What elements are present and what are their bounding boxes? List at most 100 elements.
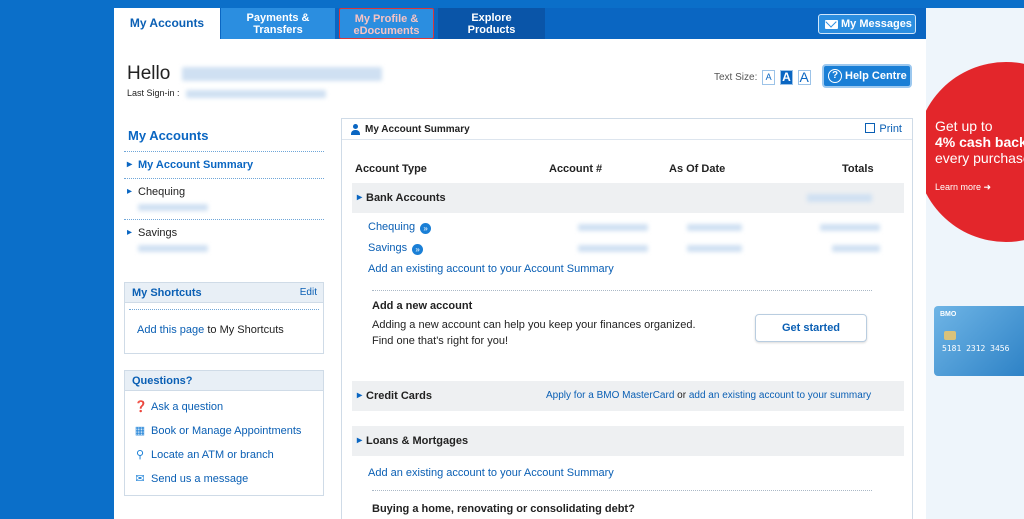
- ad-learn-more[interactable]: Learn more ➜: [935, 182, 991, 193]
- help-centre-button[interactable]: ? Help Centre: [822, 64, 912, 88]
- apply-mastercard-link[interactable]: Apply for a BMO MasterCard: [546, 390, 674, 401]
- loans-body: Add an existing account to your Account …: [352, 456, 904, 519]
- account-summary-panel: My Account Summary Print Account Type Ac…: [341, 118, 913, 519]
- date-redacted: [687, 245, 742, 252]
- text-size-large[interactable]: A: [797, 70, 811, 85]
- sidebar-item-chequing[interactable]: Chequing: [124, 178, 324, 219]
- panel-header: My Account Summary Print: [342, 119, 912, 140]
- ad-text: Get up to 4% cash back every purchase: [935, 118, 1024, 166]
- bank-accounts-header[interactable]: Bank Accounts: [352, 183, 904, 213]
- divider: [372, 290, 872, 291]
- bank-total-redacted: [807, 194, 872, 202]
- shortcut-add: Add this page to My Shortcuts: [129, 309, 319, 352]
- divider: [372, 490, 872, 491]
- credit-links: Apply for a BMO MasterCard or add an exi…: [546, 381, 871, 411]
- tab-my-profile[interactable]: My Profile & eDocuments: [339, 8, 434, 39]
- credit-or: or: [674, 390, 689, 401]
- column-as-of-date: As Of Date: [669, 163, 726, 175]
- last-signin-redacted: [186, 89, 327, 98]
- shortcuts-edit-link[interactable]: Edit: [300, 283, 317, 303]
- appointments-label: Book or Manage Appointments: [151, 425, 302, 437]
- card-chip-icon: [944, 331, 956, 340]
- main-window: My Accounts Payments & Transfers My Prof…: [114, 8, 926, 519]
- promo-ad[interactable]: Get up to 4% cash back every purchase Le…: [926, 8, 1024, 519]
- credit-card-image: BMO 5181 2312 3456: [934, 306, 1024, 376]
- add-existing-account-link[interactable]: Add an existing account to your Account …: [368, 263, 614, 275]
- text-size-medium[interactable]: A: [779, 70, 793, 85]
- send-message-link[interactable]: ✉ Send us a message: [125, 467, 323, 491]
- customer-name-redacted: [181, 66, 382, 81]
- chequing-account-link[interactable]: Chequing »: [368, 221, 432, 234]
- add-existing-loan-link[interactable]: Add an existing account to your Account …: [368, 467, 614, 479]
- savings-account-link[interactable]: Savings »: [368, 242, 424, 255]
- get-started-button[interactable]: Get started: [755, 314, 867, 342]
- shortcuts-box: My Shortcuts Edit Add this page to My Sh…: [124, 282, 324, 354]
- person-icon: [350, 124, 360, 135]
- questions-header: Questions?: [125, 371, 323, 391]
- panel-title: My Account Summary: [365, 124, 470, 135]
- add-new-account-description: Adding a new account can help you keep y…: [372, 319, 696, 347]
- tab-my-accounts[interactable]: My Accounts: [114, 8, 220, 39]
- locate-atm-label: Locate an ATM or branch: [151, 449, 274, 461]
- questions-box: Questions? ❓ Ask a question ▦ Book or Ma…: [124, 370, 324, 496]
- balance-redacted: [832, 245, 880, 252]
- print-link[interactable]: Print: [865, 119, 902, 140]
- print-label: Print: [879, 123, 902, 135]
- text-size-label: Text Size:: [714, 72, 758, 84]
- account-number-redacted: [578, 224, 648, 231]
- ask-question-label: Ask a question: [151, 401, 224, 413]
- add-credit-account-link[interactable]: add an existing account to your summary: [689, 390, 871, 401]
- ad-line1: Get up to: [935, 118, 993, 134]
- send-message-label: Send us a message: [151, 473, 249, 485]
- card-number: 5181 2312 3456: [942, 344, 1010, 353]
- ad-line3: every purchase: [935, 150, 1024, 166]
- locate-atm-link[interactable]: ⚲ Locate an ATM or branch: [125, 443, 323, 467]
- quick-action-icon[interactable]: »: [420, 223, 432, 234]
- text-size-small[interactable]: A: [762, 70, 776, 85]
- envelope-icon: [825, 20, 838, 29]
- ad-line2: 4% cash back: [935, 134, 1024, 150]
- tab-explore-products[interactable]: Explore Products: [438, 8, 545, 39]
- bank-accounts-label: Bank Accounts: [366, 192, 446, 204]
- credit-cards-header[interactable]: Credit Cards Apply for a BMO MasterCard …: [352, 381, 904, 411]
- calendar-icon: ▦: [134, 425, 146, 437]
- bank-accounts-body: Chequing » Savings » Add an existing accou…: [352, 213, 904, 373]
- sidebar-item-label: Savings: [138, 227, 178, 239]
- account-number-redacted: [138, 244, 208, 252]
- printer-icon: [865, 123, 876, 133]
- account-number-redacted: [578, 245, 648, 252]
- ad-learn-more-label: Learn more: [935, 182, 982, 192]
- text-size-control: Text Size: A A A: [714, 70, 811, 85]
- shortcuts-header: My Shortcuts Edit: [125, 283, 323, 303]
- sidebar-item-label: Chequing: [138, 186, 186, 198]
- my-messages-button[interactable]: My Messages: [818, 14, 916, 34]
- loans-mortgages-header[interactable]: Loans & Mortgages: [352, 426, 904, 456]
- sidebar-item-account-summary[interactable]: My Account Summary: [124, 151, 324, 178]
- add-new-account-title: Add a new account: [372, 300, 473, 312]
- quick-action-icon[interactable]: »: [412, 244, 424, 255]
- last-signin-label: Last Sign-in :: [127, 88, 180, 98]
- appointments-link[interactable]: ▦ Book or Manage Appointments: [125, 419, 323, 443]
- date-redacted: [687, 224, 742, 231]
- sidebar-item-savings[interactable]: Savings: [124, 219, 324, 260]
- magnifier-icon: ⚲: [135, 449, 145, 461]
- arrow-icon: ➜: [983, 182, 992, 192]
- credit-cards-label: Credit Cards: [366, 390, 433, 402]
- question-icon: ❓: [134, 401, 148, 413]
- chequing-label: Chequing: [368, 221, 416, 233]
- shortcut-add-text: to My Shortcuts: [204, 324, 284, 336]
- account-number-redacted: [138, 203, 208, 211]
- column-totals: Totals: [842, 163, 874, 175]
- mortgage-promo-title: Buying a home, renovating or consolidati…: [372, 503, 635, 515]
- help-centre-label: Help Centre: [845, 70, 907, 82]
- shortcuts-title: My Shortcuts: [132, 287, 202, 299]
- card-brand: BMO: [940, 311, 957, 318]
- column-account-type: Account Type: [355, 163, 427, 175]
- ask-question-link[interactable]: ❓ Ask a question: [125, 395, 323, 419]
- add-this-page-link[interactable]: Add this page: [137, 324, 204, 336]
- last-signin: Last Sign-in :: [127, 88, 327, 98]
- help-question-icon: ?: [828, 69, 842, 83]
- my-messages-label: My Messages: [841, 18, 912, 30]
- envelope-icon: ✉: [135, 473, 145, 485]
- tab-payments-transfers[interactable]: Payments & Transfers: [221, 8, 335, 39]
